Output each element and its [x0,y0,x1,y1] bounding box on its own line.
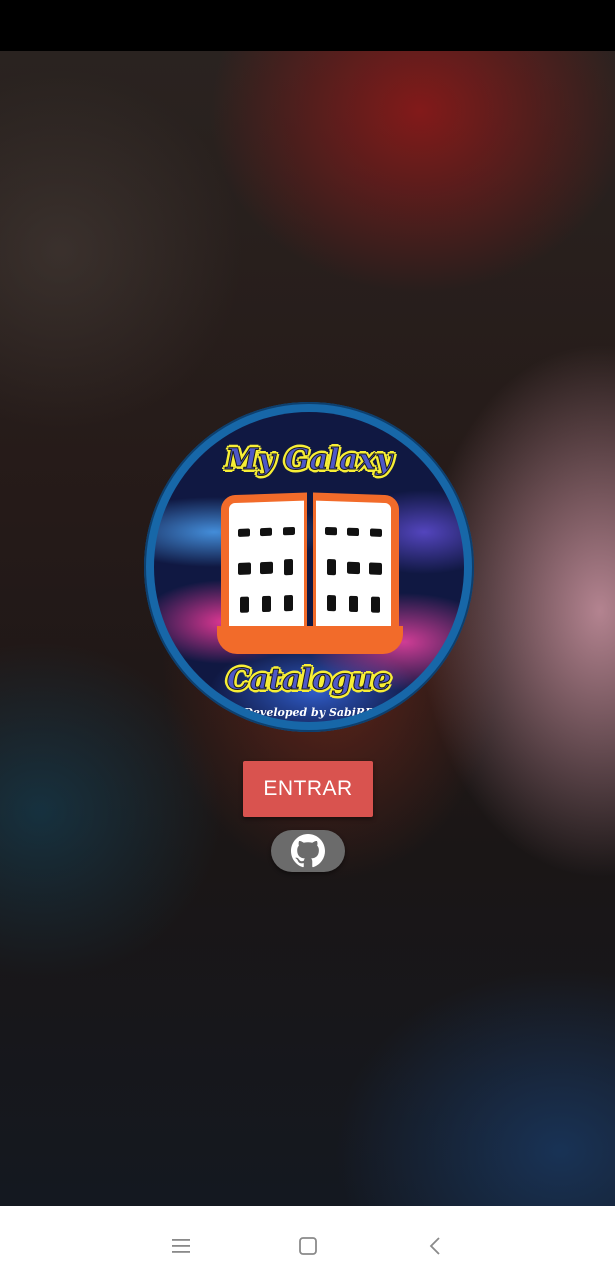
logo-title-top: My Galaxy [225,442,393,477]
logo-credit: Developed by SabiRD [243,706,375,719]
enter-button[interactable]: ENTRAR [243,761,373,817]
system-navigation-bar [0,1206,615,1280]
book-cover [217,626,403,654]
book-page-left [221,492,307,640]
menu-icon [172,1239,190,1253]
github-icon [291,834,325,868]
home-button[interactable] [290,1228,326,1264]
status-bar [0,0,615,51]
book-icon [217,486,403,660]
home-square-icon [299,1237,317,1255]
back-button[interactable] [418,1228,454,1264]
logo-title-bottom: Catalogue [226,662,392,697]
back-chevron-icon [429,1237,440,1255]
github-button[interactable] [271,830,345,872]
recent-apps-button[interactable] [163,1228,199,1264]
logo-galaxy-disc: My Galaxy Catalogue Developed by SabiRD [154,412,464,722]
app-logo: My Galaxy Catalogue Developed by SabiRD [144,402,474,732]
book-page-right [313,492,399,640]
